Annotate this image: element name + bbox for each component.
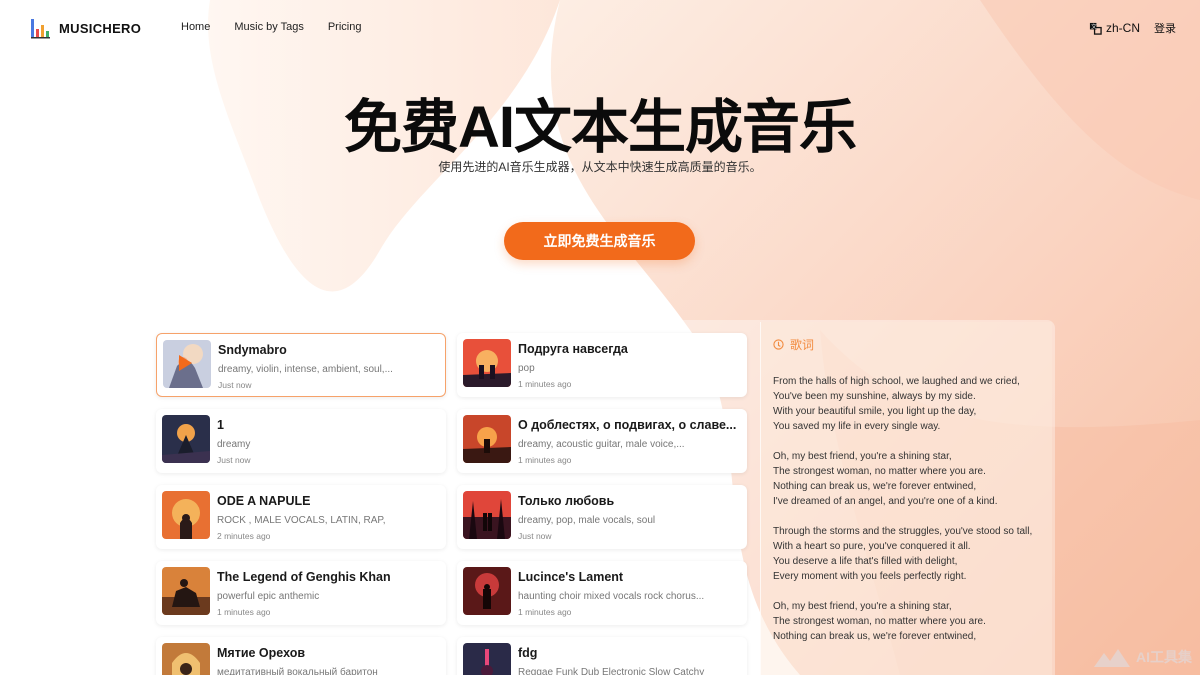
language-switcher[interactable]: 文 zh-CN <box>1089 21 1140 35</box>
top-navigation-bar: MUSICHERO Home Music by Tags Pricing 文 z… <box>0 0 1200 56</box>
song-card[interactable]: Подруга навсегда pop 1 minutes ago <box>457 333 747 397</box>
main-nav: Home Music by Tags Pricing <box>181 21 361 33</box>
lyrics-label: 歌词 <box>790 338 815 352</box>
song-card[interactable]: fdg Reggae Funk Dub Electronic Slow Catc… <box>457 637 747 675</box>
language-label: zh-CN <box>1105 21 1140 35</box>
song-card[interactable]: The Legend of Genghis Khan powerful epic… <box>156 561 446 625</box>
song-tags: dreamy, acoustic guitar, male voice,... <box>518 439 685 450</box>
song-time: 1 minutes ago <box>518 455 572 465</box>
song-card[interactable]: Только любовь dreamy, pop, male vocals, … <box>457 485 747 549</box>
song-title: Мятие Орехов <box>217 646 306 660</box>
login-link[interactable]: 登录 <box>1154 20 1176 36</box>
lyrics-text: From the halls of high school, we laughe… <box>773 376 1033 642</box>
song-title: Sndymabro <box>218 343 287 357</box>
song-tags: Reggae Funk Dub Electronic Slow Catchy <box>518 667 705 675</box>
song-cover <box>162 567 210 615</box>
song-tags: dreamy, violin, intense, ambient, soul,.… <box>218 364 393 375</box>
song-time: Just now <box>217 455 251 465</box>
equalizer-logo-icon <box>31 19 50 39</box>
song-time: Just now <box>518 531 552 541</box>
play-icon[interactable] <box>177 354 193 372</box>
song-time: 1 minutes ago <box>217 607 271 617</box>
song-tags: haunting choir mixed vocals rock chorus.… <box>518 591 705 602</box>
song-tags: ROCK , MALE VOCALS, LATIN, RAP, <box>217 515 386 526</box>
song-cover <box>162 491 210 539</box>
song-title: fdg <box>518 646 538 660</box>
nav-home[interactable]: Home <box>181 21 210 33</box>
song-card[interactable]: Мятие Орехов медитативный вокальный бари… <box>156 637 446 675</box>
song-time: Just now <box>218 380 252 390</box>
song-cover <box>463 643 511 675</box>
song-tags: dreamy, pop, male vocals, soul <box>518 515 656 526</box>
song-cover <box>162 643 210 675</box>
svg-text:文: 文 <box>1091 22 1097 30</box>
generate-music-button[interactable]: 立即免费生成音乐 <box>504 222 695 260</box>
song-title: Подруга навсегда <box>518 342 628 356</box>
song-title: Только любовь <box>518 494 615 508</box>
song-card[interactable]: О доблестях, о подвигах, о славе... drea… <box>457 409 747 473</box>
lyrics-panel: 歌词 From the halls of high school, we lau… <box>760 322 1052 675</box>
song-cover <box>463 491 511 539</box>
lyrics-icon <box>773 339 784 350</box>
watermark-logo-icon <box>1094 649 1130 667</box>
watermark: AI工具集 <box>1092 645 1192 669</box>
song-tags: pop <box>518 363 535 374</box>
translate-icon: 文 <box>1089 22 1102 35</box>
hero-title: 免费AI文本生成音乐 <box>343 95 857 160</box>
song-tags: powerful epic anthemic <box>217 591 320 602</box>
song-title: The Legend of Genghis Khan <box>217 570 391 584</box>
song-cover <box>463 339 511 387</box>
song-title: Lucince's Lament <box>518 570 624 584</box>
song-tags: dreamy <box>217 439 251 450</box>
song-card[interactable]: ODE A NAPULE ROCK , MALE VOCALS, LATIN, … <box>156 485 446 549</box>
nav-music-by-tags[interactable]: Music by Tags <box>234 21 304 33</box>
song-cover <box>162 415 210 463</box>
lyrics-header: 歌词 <box>773 336 814 353</box>
hero-subtitle: 使用先进的AI音乐生成器，从文本中快速生成高质量的音乐。 <box>438 160 762 174</box>
song-card[interactable]: Sndymabro dreamy, violin, intense, ambie… <box>156 333 446 397</box>
song-time: 2 minutes ago <box>217 531 271 541</box>
song-cover <box>463 567 511 615</box>
nav-pricing[interactable]: Pricing <box>328 21 362 33</box>
header-actions: 文 zh-CN 登录 <box>1089 20 1176 36</box>
song-title: 1 <box>217 418 224 432</box>
song-title: ODE A NAPULE <box>217 494 311 508</box>
brand-name: MUSICHERO <box>59 20 142 36</box>
song-time: 1 minutes ago <box>518 607 572 617</box>
song-tags: медитативный вокальный баритон <box>217 667 378 675</box>
song-card[interactable]: 1 dreamy Just now <box>156 409 446 473</box>
song-time: 1 minutes ago <box>518 379 572 389</box>
song-card[interactable]: Lucince's Lament haunting choir mixed vo… <box>457 561 747 625</box>
song-cover <box>463 415 511 463</box>
watermark-text: AI工具集 <box>1136 649 1192 665</box>
brand-logo[interactable]: MUSICHERO <box>30 17 141 39</box>
song-title: О доблестях, о подвигах, о славе... <box>518 418 737 432</box>
